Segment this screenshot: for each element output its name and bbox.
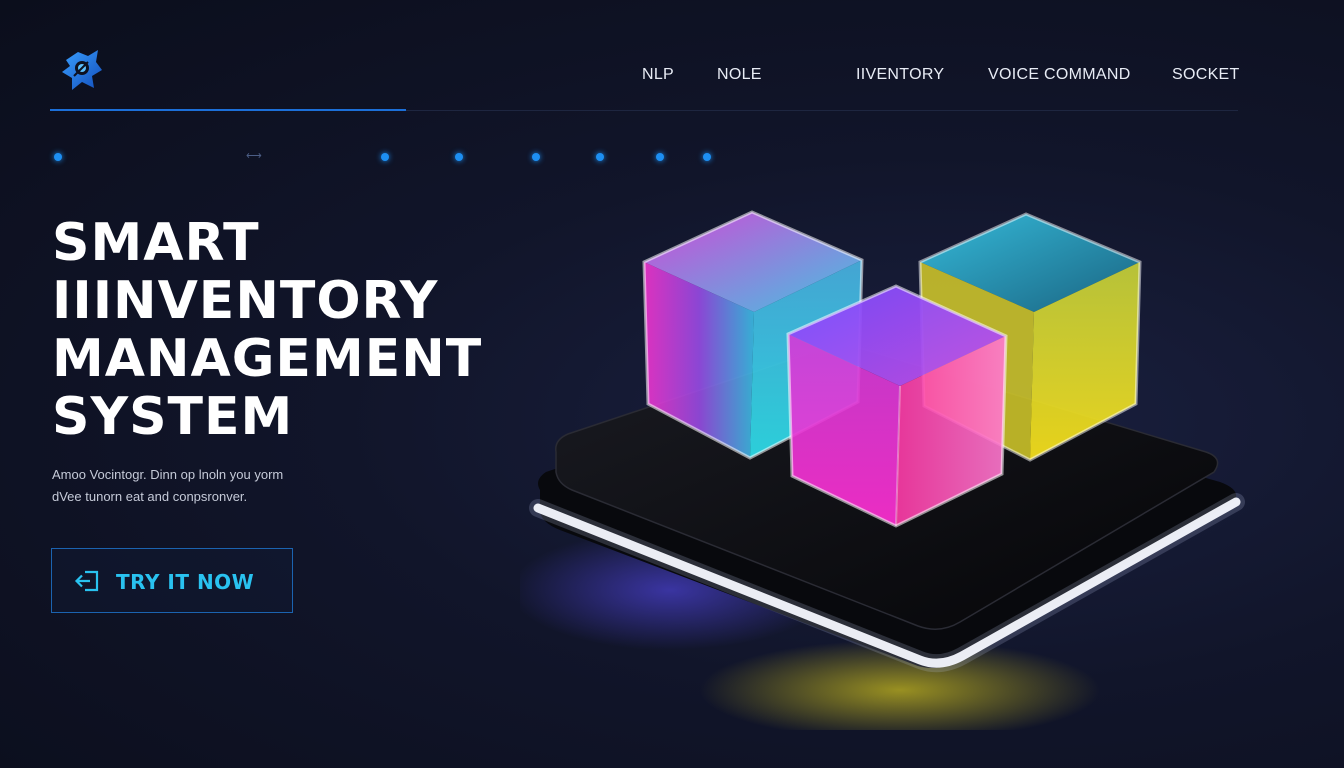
double-arrow-icon: ⟷	[246, 150, 262, 162]
header-divider-accent	[50, 109, 406, 111]
login-arrow-icon	[74, 570, 99, 592]
slide-dot[interactable]	[703, 153, 711, 161]
nav-item-nlp[interactable]: NLP	[642, 66, 674, 84]
try-it-now-label: TRY IT NOW	[116, 570, 255, 594]
try-it-now-button[interactable]: TRY IT NOW	[51, 548, 293, 613]
top-navigation: NLP NOLE IIVENTORY VOICE COMMAND SOCKET	[0, 66, 1344, 88]
hero-subtitle-line: dVee tunorn eat and conpsronver.	[52, 489, 248, 504]
nav-item-node[interactable]: NOLE	[717, 66, 762, 84]
slide-dot[interactable]	[455, 153, 463, 161]
landing-page: NLP NOLE IIVENTORY VOICE COMMAND SOCKET …	[0, 0, 1344, 768]
slide-dot[interactable]	[54, 153, 62, 161]
hero-subtitle: Amoo Vocintogr. Dinn op lnoln you yorm d…	[52, 464, 352, 508]
nav-item-inventory[interactable]: IIVENTORY	[856, 66, 944, 84]
slide-dot[interactable]	[532, 153, 540, 161]
nav-item-voice-command[interactable]: VOICE COMMAND	[988, 66, 1131, 84]
slide-dot[interactable]	[596, 153, 604, 161]
slide-dot[interactable]	[381, 153, 389, 161]
glowing-cubes-on-platform-illustration	[520, 210, 1245, 730]
slide-indicator: ⟷	[0, 150, 800, 164]
nav-item-socket[interactable]: SOCKET	[1172, 66, 1240, 84]
slide-dot[interactable]	[656, 153, 664, 161]
hero-subtitle-line: Amoo Vocintogr. Dinn op lnoln you yorm	[52, 467, 284, 482]
